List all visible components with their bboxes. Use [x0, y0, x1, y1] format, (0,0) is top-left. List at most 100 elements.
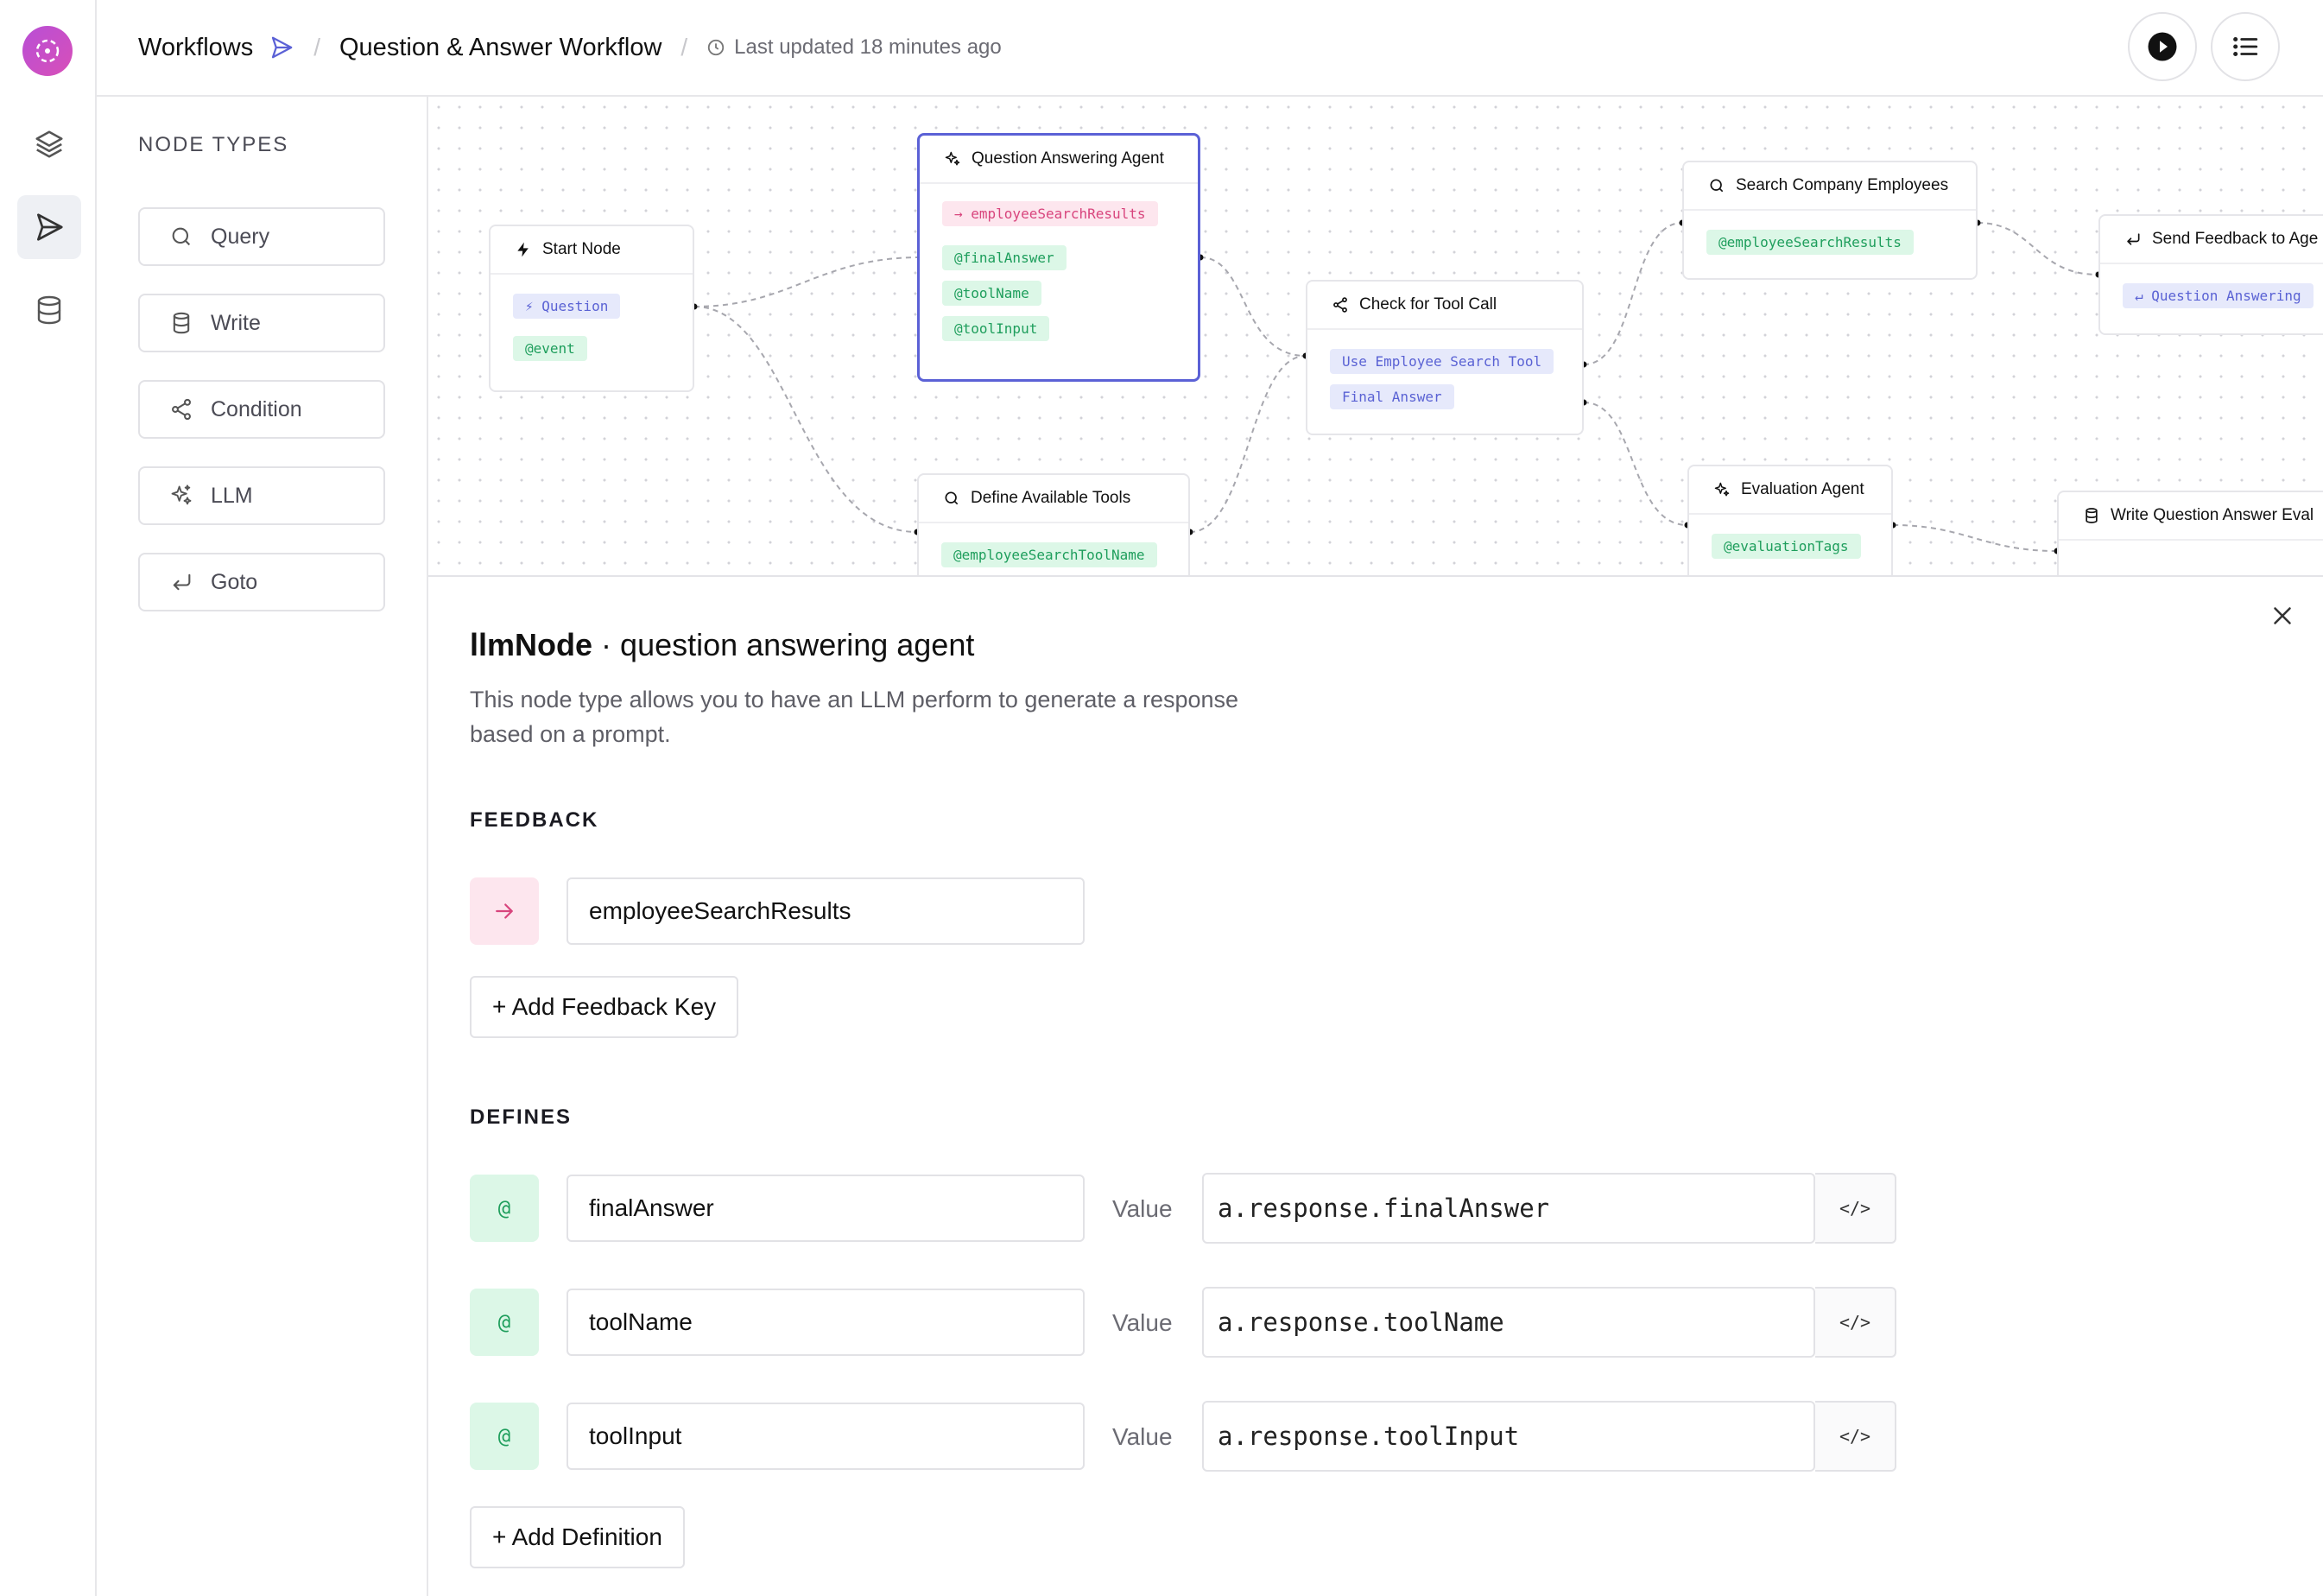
node-write-question-answer-eval[interactable]: Write Question Answer Eval — [2057, 491, 2323, 575]
node-name: question answering agent — [620, 627, 975, 662]
node-header: Evaluation Agent — [1689, 466, 1891, 515]
define-key-input[interactable]: toolName — [567, 1289, 1085, 1356]
define-value-input[interactable]: a.response.finalAnswer — [1202, 1173, 1815, 1244]
code-editor-button[interactable]: </> — [1815, 1287, 1896, 1358]
layers-icon[interactable] — [17, 112, 81, 176]
node-type-label: Goto — [211, 569, 258, 594]
node-type-condition[interactable]: Condition — [138, 380, 385, 439]
add-feedback-key-button[interactable]: + Add Feedback Key — [470, 976, 739, 1038]
sparkles-icon — [1714, 482, 1730, 497]
node-type-label: LLM — [211, 483, 253, 508]
node-title: Send Feedback to Age — [2152, 230, 2319, 248]
define-value-input[interactable]: a.response.toolInput — [1202, 1401, 1815, 1472]
chip-define: @employeeSearchResults — [1706, 230, 1914, 255]
chip-text: employeeSearchResults — [971, 206, 1146, 222]
at-icon: @ — [470, 1403, 539, 1470]
node-header: Define Available Tools — [919, 475, 1188, 523]
node-type-goto[interactable]: Goto — [138, 553, 385, 611]
node-send-feedback[interactable]: Send Feedback to Age ↵ Question Answerin… — [2098, 214, 2323, 335]
top-header: Workflows / Question & Answer Workflow /… — [97, 0, 2323, 97]
node-types-panel: NODE TYPES Query Write Condition LLM Got… — [97, 97, 428, 1596]
define-key-input[interactable]: finalAnswer — [567, 1175, 1085, 1242]
node-detail-panel: llmNode · question answering agent This … — [428, 575, 2323, 1596]
node-type-label: Query — [211, 224, 270, 249]
value-label: Value — [1112, 1195, 1173, 1222]
node-type-name: llmNode — [470, 627, 593, 662]
node-header: Write Question Answer Eval — [2059, 492, 2323, 541]
return-icon — [173, 573, 191, 591]
last-updated: Last updated 18 minutes ago — [706, 35, 1002, 60]
app-logo-icon[interactable] — [22, 26, 73, 76]
clock-icon — [708, 39, 725, 56]
node-title: Write Question Answer Eval — [2111, 506, 2314, 524]
node-question-answering-agent[interactable]: Question Answering Agent → employeeSearc… — [917, 133, 1200, 382]
run-workflow-button[interactable] — [2128, 12, 2197, 81]
database-icon[interactable] — [17, 278, 81, 342]
node-title: Search Company Employees — [1736, 176, 1949, 194]
node-start[interactable]: Start Node ⚡ Question @event — [489, 225, 694, 392]
list-menu-button[interactable] — [2211, 12, 2280, 81]
last-updated-text: Last updated 18 minutes ago — [734, 35, 1002, 59]
feedback-key-input[interactable]: employeeSearchResults — [567, 877, 1085, 945]
node-type-label: Condition — [211, 396, 302, 421]
node-check-for-tool-call[interactable]: Check for Tool Call Use Employee Search … — [1306, 280, 1584, 435]
chip-event: @event — [513, 336, 587, 361]
define-key-input[interactable]: toolInput — [567, 1403, 1085, 1470]
code-editor-button[interactable]: </> — [1815, 1173, 1896, 1244]
search-icon — [1710, 179, 1724, 193]
node-evaluation-agent[interactable]: Evaluation Agent @evaluationTags — [1687, 465, 1893, 575]
node-type-label: Write — [211, 310, 261, 335]
node-title: Define Available Tools — [971, 489, 1131, 507]
node-header: Check for Tool Call — [1307, 282, 1582, 330]
define-value-input[interactable]: a.response.toolName — [1202, 1287, 1815, 1358]
close-icon — [2274, 607, 2291, 624]
code-editor-button[interactable]: </> — [1815, 1401, 1896, 1472]
breadcrumb-separator: / — [680, 34, 688, 60]
node-title: Question Answering Agent — [972, 149, 1164, 168]
workflow-send-icon — [269, 35, 294, 60]
feedback-arrow-icon — [470, 877, 539, 945]
list-icon — [2233, 36, 2258, 57]
breadcrumb-separator: / — [313, 34, 320, 60]
node-header: Question Answering Agent — [920, 136, 1198, 184]
detail-title: llmNode · question answering agent — [470, 627, 974, 663]
feedback-section-title: FEEDBACK — [470, 808, 599, 832]
share-icon — [1333, 297, 1347, 313]
node-title: Start Node — [542, 240, 621, 258]
breadcrumb-workflows[interactable]: Workflows — [138, 34, 253, 62]
chip-define: @finalAnswer — [942, 245, 1067, 270]
node-type-query[interactable]: Query — [138, 207, 385, 266]
add-definition-button[interactable]: + Add Definition — [470, 1506, 685, 1568]
bolt-icon — [517, 242, 529, 257]
detail-description: This node type allows you to have an LLM… — [470, 687, 1239, 747]
node-header: Search Company Employees — [1684, 162, 1976, 211]
at-icon: @ — [470, 1289, 539, 1356]
share-icon — [172, 398, 191, 421]
node-search-company-employees[interactable]: Search Company Employees @employeeSearch… — [1682, 161, 1978, 280]
node-header: Start Node — [491, 226, 693, 275]
chip-text: Question — [541, 298, 609, 314]
return-icon — [2127, 233, 2140, 245]
title-separator: · — [601, 627, 612, 662]
value-label: Value — [1112, 1309, 1173, 1336]
node-title: Check for Tool Call — [1359, 295, 1497, 314]
search-icon — [945, 491, 959, 505]
at-icon: @ — [470, 1175, 539, 1242]
node-type-llm[interactable]: LLM — [138, 466, 385, 525]
chip-define: @toolInput — [942, 316, 1050, 341]
node-define-available-tools[interactable]: Define Available Tools @employeeSearchTo… — [917, 473, 1190, 575]
left-rail — [0, 0, 97, 1596]
defines-section-title: DEFINES — [470, 1105, 573, 1129]
search-icon — [172, 227, 191, 246]
close-panel-button[interactable] — [2268, 601, 2297, 630]
node-header: Send Feedback to Age — [2100, 216, 2323, 264]
node-type-write[interactable]: Write — [138, 294, 385, 352]
breadcrumb-workflow-name[interactable]: Question & Answer Workflow — [339, 34, 661, 62]
workflow-canvas[interactable]: Start Node ⚡ Question @event Question An… — [428, 97, 2323, 575]
play-icon — [2148, 32, 2177, 61]
node-title: Evaluation Agent — [1741, 480, 1864, 498]
chip-goto: ↵ Question Answering — [2123, 283, 2314, 308]
database-icon — [173, 312, 190, 334]
workflows-send-icon[interactable] — [17, 195, 81, 259]
value-label: Value — [1112, 1423, 1173, 1450]
